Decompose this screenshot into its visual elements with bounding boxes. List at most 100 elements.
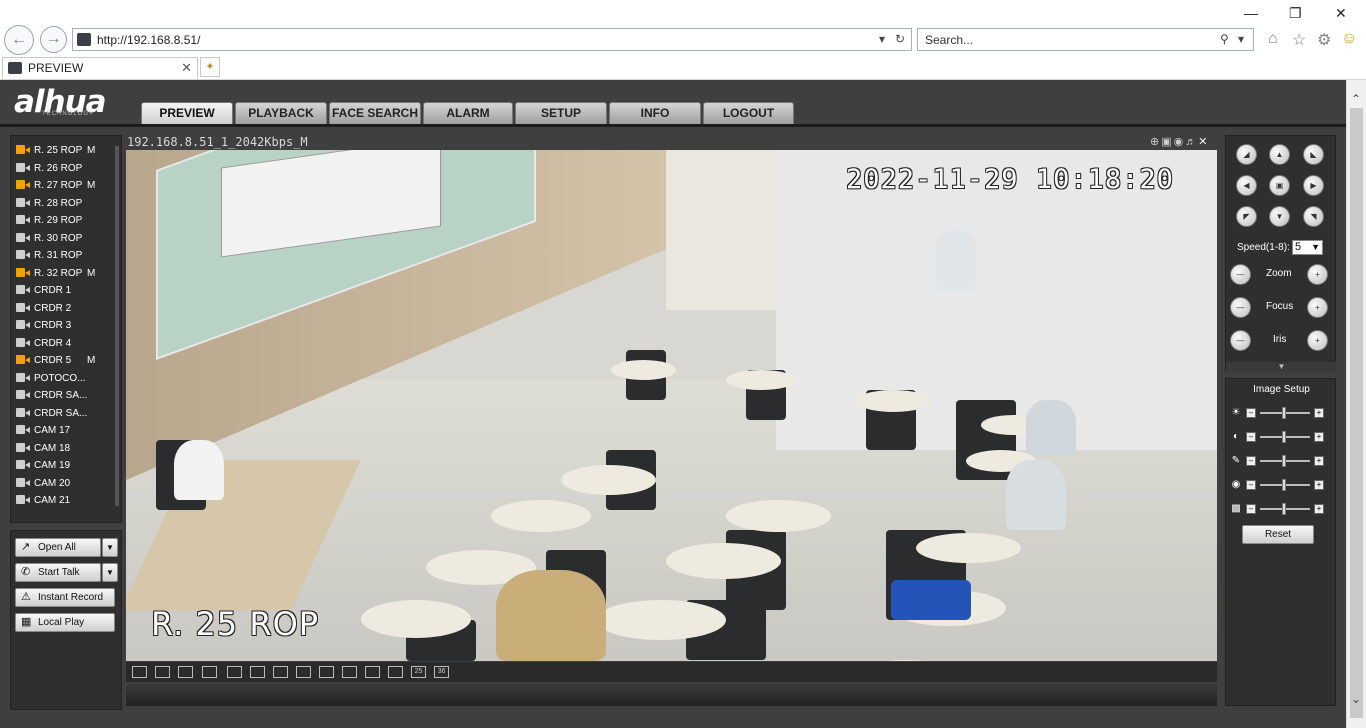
live-video[interactable]: 2022-11-29 10:18:20 R. 25 ROP [126,150,1217,661]
channel-item[interactable]: CRDR 1 [16,285,71,301]
focus-in-button[interactable]: + [1307,297,1328,318]
back-button[interactable]: ← [4,25,34,55]
contrast-slider[interactable]: ◐ – + [1226,431,1337,445]
scroll-up-icon[interactable]: ⌃ [1351,92,1361,106]
layout-button[interactable] [202,666,217,678]
channel-item[interactable]: POTOCO... [16,372,86,389]
restore-icon[interactable]: ❐ [1289,5,1302,22]
channel-item[interactable]: CRDR SA... [16,390,87,406]
search-icon[interactable]: ⚲ [1220,32,1229,46]
channel-item[interactable]: CRDR SA... [16,407,87,424]
chevron-down-icon[interactable]: ▾ [1238,32,1244,46]
ptz-speed-select[interactable]: 5 ▼ [1292,240,1323,255]
contrast-thumb[interactable] [1282,431,1286,443]
sharpness-increase[interactable]: + [1314,504,1324,514]
channel-item[interactable]: R. 27 ROP M [16,180,95,196]
ptz-left-button[interactable]: ◀ [1236,175,1257,196]
zoom-out-button[interactable]: — [1230,264,1251,285]
address-bar[interactable]: http://192.168.8.51/ ▾ ↻ [72,28,912,51]
channel-item[interactable]: R. 29 ROP [16,215,82,231]
contrast-decrease[interactable]: – [1246,432,1256,442]
reset-button[interactable]: Reset [1242,525,1314,544]
search-input[interactable]: Search... ⚲ ▾ [917,28,1254,51]
snapshot-icon[interactable]: ◉ [1174,136,1186,148]
channel-item[interactable]: R. 25 ROP M [16,145,95,161]
layout-button[interactable] [227,666,242,678]
layout-button[interactable] [273,666,288,678]
minimize-icon[interactable]: — [1244,5,1258,21]
channel-item[interactable]: CAM 18 [16,442,70,459]
layout-button[interactable]: 36 [434,666,449,678]
saturation-increase[interactable]: + [1314,456,1324,466]
contrast-increase[interactable]: + [1314,432,1324,442]
layout-button[interactable] [132,666,147,678]
saturation-slider[interactable]: ✎ – + [1226,455,1337,469]
channel-item[interactable]: CAM 20 [16,477,70,494]
channel-list-scrollbar[interactable] [115,146,119,506]
close-video-icon[interactable]: ✕ [1198,136,1209,148]
hue-slider[interactable]: ◉ – + [1226,479,1337,493]
start-talk-dropdown[interactable]: ▼ [102,563,118,582]
layout-button[interactable] [296,666,311,678]
tab-close-icon[interactable]: ✕ [181,60,192,76]
zoom-icon[interactable]: ⊕ [1150,136,1161,148]
channel-item[interactable]: CRDR 5 M [16,355,95,371]
window-icon[interactable]: ▣ [1161,136,1173,148]
chevron-down-icon[interactable]: ▾ [879,32,885,46]
ptz-down-left-button[interactable]: ◤ [1236,206,1257,227]
tab-info[interactable]: INFO [609,102,701,124]
channel-item[interactable]: CRDR 2 [16,302,71,319]
gear-icon[interactable]: ⚙ [1317,30,1331,50]
instant-record-button[interactable]: ⚠ Instant Record [15,588,115,607]
sharpness-decrease[interactable]: – [1246,504,1256,514]
address-url[interactable]: http://192.168.8.51/ [97,33,200,47]
channel-item[interactable]: R. 31 ROP [16,250,82,266]
hue-thumb[interactable] [1282,479,1286,491]
channel-item[interactable]: CRDR 3 [16,320,71,336]
ptz-down-right-button[interactable]: ◥ [1303,206,1324,227]
iris-close-button[interactable]: — [1230,330,1251,351]
layout-button[interactable] [155,666,170,678]
zoom-in-button[interactable]: + [1307,264,1328,285]
tab-face-search[interactable]: FACE SEARCH [329,102,421,124]
ptz-collapse-toggle[interactable]: ▼ [1226,362,1337,372]
ptz-up-left-button[interactable]: ◢ [1236,144,1257,165]
channel-item[interactable]: CAM 19 [16,460,70,476]
open-all-button[interactable]: ↗ Open All ▼ [15,538,118,557]
refresh-icon[interactable]: ↻ [895,32,905,46]
layout-button[interactable] [388,666,403,678]
sharpness-slider[interactable]: ▩ – + [1226,503,1337,517]
brightness-decrease[interactable]: – [1246,408,1256,418]
ptz-right-button[interactable]: ▶ [1303,175,1324,196]
page-scroll-thumb[interactable] [1350,108,1363,718]
brightness-thumb[interactable] [1282,407,1286,419]
channel-item[interactable]: R. 26 ROP [16,162,82,179]
ptz-center-button[interactable]: ▣ [1269,175,1290,196]
smiley-icon[interactable]: ☺ [1341,30,1357,48]
brightness-increase[interactable]: + [1314,408,1324,418]
home-icon[interactable]: ⌂ [1268,30,1278,48]
layout-button[interactable] [319,666,334,678]
ptz-up-button[interactable]: ▲ [1269,144,1290,165]
tab-logout[interactable]: LOGOUT [703,102,794,124]
hue-increase[interactable]: + [1314,480,1324,490]
layout-button[interactable] [250,666,265,678]
channel-item[interactable]: R. 28 ROP [16,197,82,214]
tab-setup[interactable]: SETUP [515,102,607,124]
channel-item[interactable]: R. 32 ROP M [16,267,95,284]
new-tab-button[interactable]: ✦ [200,57,220,77]
ptz-down-button[interactable]: ▼ [1269,206,1290,227]
layout-button[interactable] [178,666,193,678]
channel-item[interactable]: R. 30 ROP [16,232,82,249]
scroll-down-icon[interactable]: ⌄ [1351,692,1361,706]
layout-button[interactable] [342,666,357,678]
forward-button[interactable]: → [40,26,67,53]
layout-button[interactable]: 25 [411,666,426,678]
layout-button[interactable] [365,666,380,678]
start-talk-button[interactable]: ✆ Start Talk ▼ [15,563,118,582]
star-icon[interactable]: ☆ [1292,30,1306,50]
iris-open-button[interactable]: + [1307,330,1328,351]
tab-alarm[interactable]: ALARM [423,102,513,124]
ptz-up-right-button[interactable]: ◣ [1303,144,1324,165]
local-play-button[interactable]: ▦ Local Play [15,613,115,632]
